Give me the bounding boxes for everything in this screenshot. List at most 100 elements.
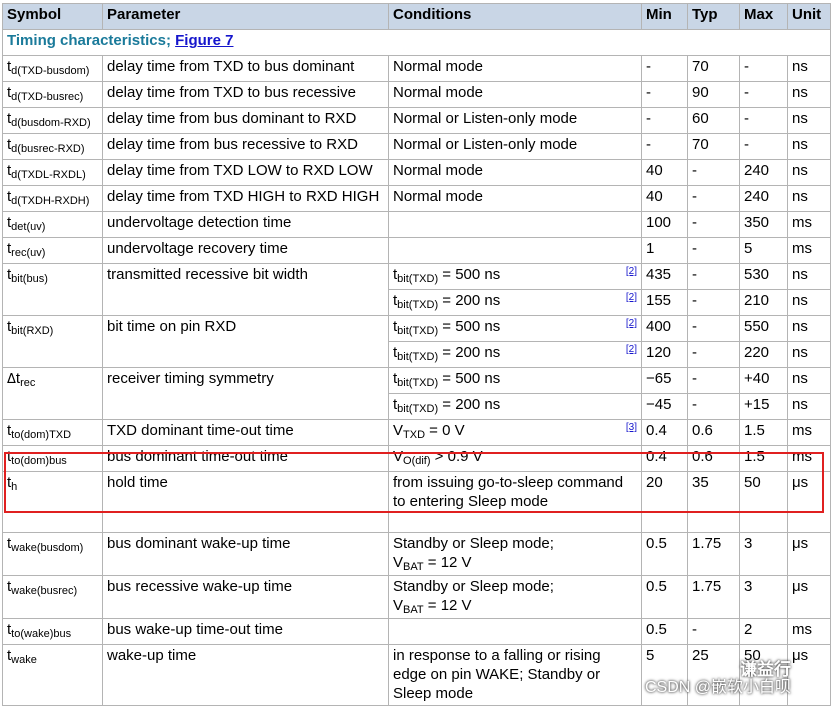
conditions-cell: Standby or Sleep mode; VBAT = 12 V: [388, 575, 642, 619]
table-row: td(busrec-RXD) delay time from bus recess…: [2, 133, 831, 160]
table-row: td(TXD-busrec) delay time from TXD to bus…: [2, 81, 831, 108]
typ-cell: -: [687, 393, 740, 420]
header-unit: Unit: [787, 3, 831, 30]
header-min: Min: [641, 3, 688, 30]
parameter-cell: hold time: [102, 471, 389, 533]
typ-cell: -: [687, 237, 740, 264]
min-cell: 1: [641, 237, 688, 264]
typ-cell: 0.6: [687, 419, 740, 446]
unit-cell: ms: [787, 618, 831, 645]
min-cell: 0.4: [641, 419, 688, 446]
min-cell: -: [641, 107, 688, 134]
unit-cell: ns: [787, 159, 831, 186]
symbol-cell: td(TXD-busdom): [2, 55, 103, 82]
parameter-cell: bit time on pin RXD: [102, 315, 389, 368]
table-row: td(TXDH-RXDH) delay time from TXD HIGH to…: [2, 185, 831, 212]
conditions-cell: Standby or Sleep mode; VBAT = 12 V: [388, 532, 642, 576]
min-cell: −65: [641, 367, 688, 394]
parameter-cell: TXD dominant time-out time: [102, 419, 389, 446]
symbol-cell: twake(busrec): [2, 575, 103, 619]
unit-cell: μs: [787, 471, 831, 533]
note-link[interactable]: [2]: [626, 262, 637, 281]
symbol-cell: tto(dom)TXD: [2, 419, 103, 446]
parameter-cell: delay time from bus dominant to RXD: [102, 107, 389, 134]
conditions-cell: tbit(TXD) = 200 ns: [388, 393, 642, 420]
max-cell: 530: [739, 263, 788, 290]
unit-cell: ns: [787, 185, 831, 212]
symbol-cell: td(TXDH-RXDH): [2, 185, 103, 212]
header-max: Max: [739, 3, 788, 30]
max-cell: 5: [739, 237, 788, 264]
parameter-cell: bus wake-up time-out time: [102, 618, 389, 645]
table-row: twake(busrec) bus recessive wake-up time…: [2, 575, 831, 619]
symbol-cell: tdet(uv): [2, 211, 103, 238]
conditions-cell: tbit(TXD) = 200 ns [2]: [388, 340, 642, 368]
header-parameter: Parameter: [102, 3, 389, 30]
min-cell: -: [641, 81, 688, 108]
parameter-cell: undervoltage detection time: [102, 211, 389, 238]
max-cell: 240: [739, 185, 788, 212]
table-row: td(TXD-busdom) delay time from TXD to bus…: [2, 55, 831, 82]
parameter-cell: delay time from TXD HIGH to RXD HIGH: [102, 185, 389, 212]
parameter-cell: bus dominant wake-up time: [102, 532, 389, 576]
min-cell: 155: [641, 289, 688, 316]
min-cell: 400: [641, 315, 688, 342]
min-cell: −45: [641, 393, 688, 420]
max-cell: 50: [739, 471, 788, 533]
max-cell: -: [739, 55, 788, 82]
section-title: Timing characteristics; Figure 7: [2, 29, 831, 56]
typ-cell: -: [687, 211, 740, 238]
table-row: tbit(RXD) bit time on pin RXD tbit(TXD) …: [2, 314, 831, 368]
typ-cell: 0.6: [687, 445, 740, 472]
max-cell: 3: [739, 575, 788, 619]
typ-cell: 60: [687, 107, 740, 134]
conditions-cell: [388, 618, 642, 645]
typ-cell: 90: [687, 81, 740, 108]
min-cell: 100: [641, 211, 688, 238]
conditions-cell: Normal mode: [388, 185, 642, 212]
conditions-cell: tbit(TXD) = 500 ns: [388, 367, 642, 394]
conditions-cell: from issuing go-to-sleep command to ente…: [388, 471, 642, 533]
parameter-cell: delay time from TXD LOW to RXD LOW: [102, 159, 389, 186]
conditions-cell: VTXD = 0 V [3]: [388, 418, 642, 446]
symbol-cell: tto(wake)bus: [2, 618, 103, 645]
note-link[interactable]: [2]: [626, 340, 637, 359]
parameter-cell: wake-up time: [102, 644, 389, 706]
unit-cell: ns: [787, 289, 831, 316]
unit-cell: ns: [787, 341, 831, 368]
note-link[interactable]: [3]: [626, 418, 637, 437]
symbol-cell: trec(uv): [2, 237, 103, 264]
conditions-cell: Normal or Listen-only mode: [388, 107, 642, 134]
symbol-cell: tto(dom)bus: [2, 445, 103, 472]
max-cell: -: [739, 133, 788, 160]
symbol-cell: twake: [2, 644, 103, 706]
header-conditions: Conditions: [388, 3, 642, 30]
typ-cell: -: [687, 289, 740, 316]
note-link[interactable]: [2]: [626, 314, 637, 333]
typ-cell: -: [687, 315, 740, 342]
header-row: Symbol Parameter Conditions Min Typ Max …: [2, 3, 831, 30]
conditions-cell: Normal mode: [388, 159, 642, 186]
table-row: tbit(bus) transmitted recessive bit widt…: [2, 262, 831, 316]
conditions-cell: [388, 237, 642, 264]
unit-cell: ns: [787, 315, 831, 342]
table-row: tto(dom)bus bus dominant time-out time V…: [2, 445, 831, 472]
max-cell: 220: [739, 341, 788, 368]
parameter-cell: bus recessive wake-up time: [102, 575, 389, 619]
figure-link[interactable]: Figure 7: [175, 32, 233, 49]
unit-cell: ns: [787, 55, 831, 82]
typ-cell: -: [687, 159, 740, 186]
parameter-cell: bus dominant time-out time: [102, 445, 389, 472]
note-link[interactable]: [2]: [626, 288, 637, 307]
typ-cell: -: [687, 341, 740, 368]
symbol-cell: twake(busdom): [2, 532, 103, 576]
typ-cell: -: [687, 263, 740, 290]
unit-cell: μs: [787, 575, 831, 619]
symbol-cell: td(busrec-RXD): [2, 133, 103, 160]
table-row: tto(dom)TXD TXD dominant time-out time V…: [2, 418, 831, 446]
parameter-cell: receiver timing symmetry: [102, 367, 389, 420]
max-cell: 240: [739, 159, 788, 186]
conditions-cell: VO(dif) > 0.9 V: [388, 445, 642, 472]
parameter-cell: delay time from bus recessive to RXD: [102, 133, 389, 160]
typ-cell: -: [687, 185, 740, 212]
